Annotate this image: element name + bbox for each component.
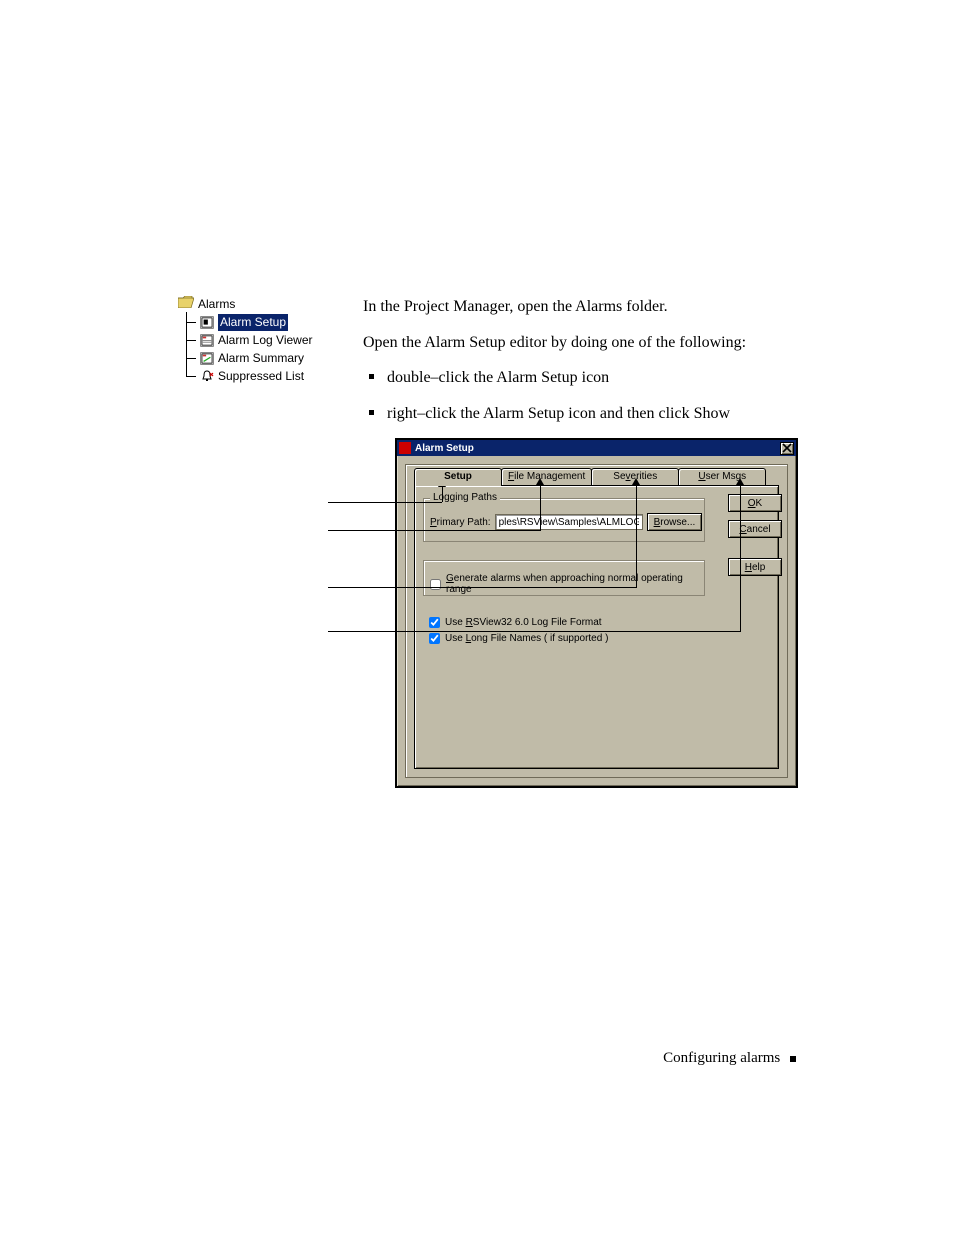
folder-open-icon (178, 296, 194, 313)
tree-item-suppressed-list[interactable]: Suppressed List (188, 368, 313, 385)
footer-square-icon (790, 1056, 796, 1062)
tab-file-management[interactable]: File Management (501, 468, 592, 486)
page-footer: Configuring alarms (0, 1050, 954, 1067)
primary-path-label: Primary Path: (430, 517, 491, 528)
checkbox-label: Generate alarms when approaching normal … (446, 573, 704, 595)
callout-arrow-icon (736, 478, 744, 485)
tree-item-alarm-log-viewer[interactable]: Alarm Log Viewer (188, 332, 313, 349)
browse-button[interactable]: Browse... (647, 513, 703, 531)
callout-line (328, 530, 426, 531)
tree-item-alarm-setup[interactable]: Alarm Setup (188, 314, 313, 331)
button-label: Browse... (654, 517, 696, 528)
tree-item-label: Suppressed List (218, 368, 304, 385)
dialog-titlebar: Alarm Setup (397, 440, 796, 456)
callout-line (442, 486, 443, 502)
alarm-setup-dialog: Alarm Setup Setup File Management Severi… (395, 438, 798, 788)
tabs: Setup File Management Severities User Ms… (414, 468, 765, 486)
callout-arrow-icon (536, 478, 544, 485)
callout-line (540, 484, 541, 531)
callout-line (618, 631, 741, 632)
button-label: OK (748, 498, 762, 509)
checkbox-long-filenames[interactable]: Use Long File Names ( if supported ) (429, 633, 608, 644)
checkbox-label: Use RSView32 6.0 Log File Format (445, 617, 602, 628)
tab-user-msgs[interactable]: User Msgs (678, 468, 766, 486)
callout-line (740, 484, 741, 632)
group-generate-alarms: Generate alarms when approaching normal … (423, 560, 705, 596)
tree-item-label: Alarm Setup (218, 314, 288, 331)
checkbox-input[interactable] (429, 617, 440, 628)
body-text: In the Project Manager, open the Alarms … (363, 296, 803, 438)
checkbox-rsview-format[interactable]: Use RSView32 6.0 Log File Format (429, 617, 602, 628)
callout-line (328, 631, 618, 632)
suppressed-list-icon (200, 370, 214, 383)
cancel-button[interactable]: Cancel (728, 520, 782, 538)
callout-line (426, 530, 541, 531)
checkbox-label: Use Long File Names ( if supported ) (445, 633, 608, 644)
tab-label: Setup (444, 471, 472, 482)
tree-item-label: Alarm Log Viewer (218, 332, 313, 349)
alarm-summary-icon (200, 352, 214, 365)
app-icon (399, 442, 411, 454)
button-label: Help (745, 562, 766, 573)
help-button[interactable]: Help (728, 558, 782, 576)
ok-button[interactable]: OK (728, 494, 782, 512)
callout-line (416, 587, 637, 588)
paragraph: Open the Alarm Setup editor by doing one… (363, 332, 803, 354)
primary-path-input[interactable] (495, 514, 643, 530)
callout-line (328, 502, 442, 503)
bullet-item: double–click the Alarm Setup icon (387, 367, 803, 389)
tree-root-alarms[interactable]: Alarms (178, 296, 313, 313)
tab-setup[interactable]: Setup (414, 468, 502, 486)
callout-arrow-icon (632, 478, 640, 485)
close-button[interactable] (780, 442, 794, 455)
alarm-setup-icon (200, 316, 214, 329)
checkbox-input[interactable] (429, 633, 440, 644)
project-tree: Alarms Alarm Setup Alarm Log Viewer (178, 296, 313, 386)
callout-line (328, 587, 416, 588)
dialog-title: Alarm Setup (415, 443, 474, 454)
tree-root-label: Alarms (198, 296, 235, 313)
dialog-side-buttons: OK Cancel Help (728, 494, 782, 576)
paragraph: In the Project Manager, open the Alarms … (363, 296, 803, 318)
tree-item-alarm-summary[interactable]: Alarm Summary (188, 350, 313, 367)
bullet-item: right–click the Alarm Setup icon and the… (387, 403, 803, 425)
button-label: Cancel (739, 524, 770, 535)
tree-item-label: Alarm Summary (218, 350, 304, 367)
group-logging-paths: Logging Paths Primary Path: Browse... (423, 498, 705, 542)
tab-panel-setup: Logging Paths Primary Path: Browse... Ge… (414, 485, 779, 769)
callout-line (636, 484, 637, 588)
footer-text: Configuring alarms (663, 1050, 780, 1066)
checkbox-generate-alarms[interactable]: Generate alarms when approaching normal … (430, 573, 704, 595)
alarm-log-viewer-icon (200, 334, 214, 347)
tab-label: File Management (508, 471, 585, 482)
